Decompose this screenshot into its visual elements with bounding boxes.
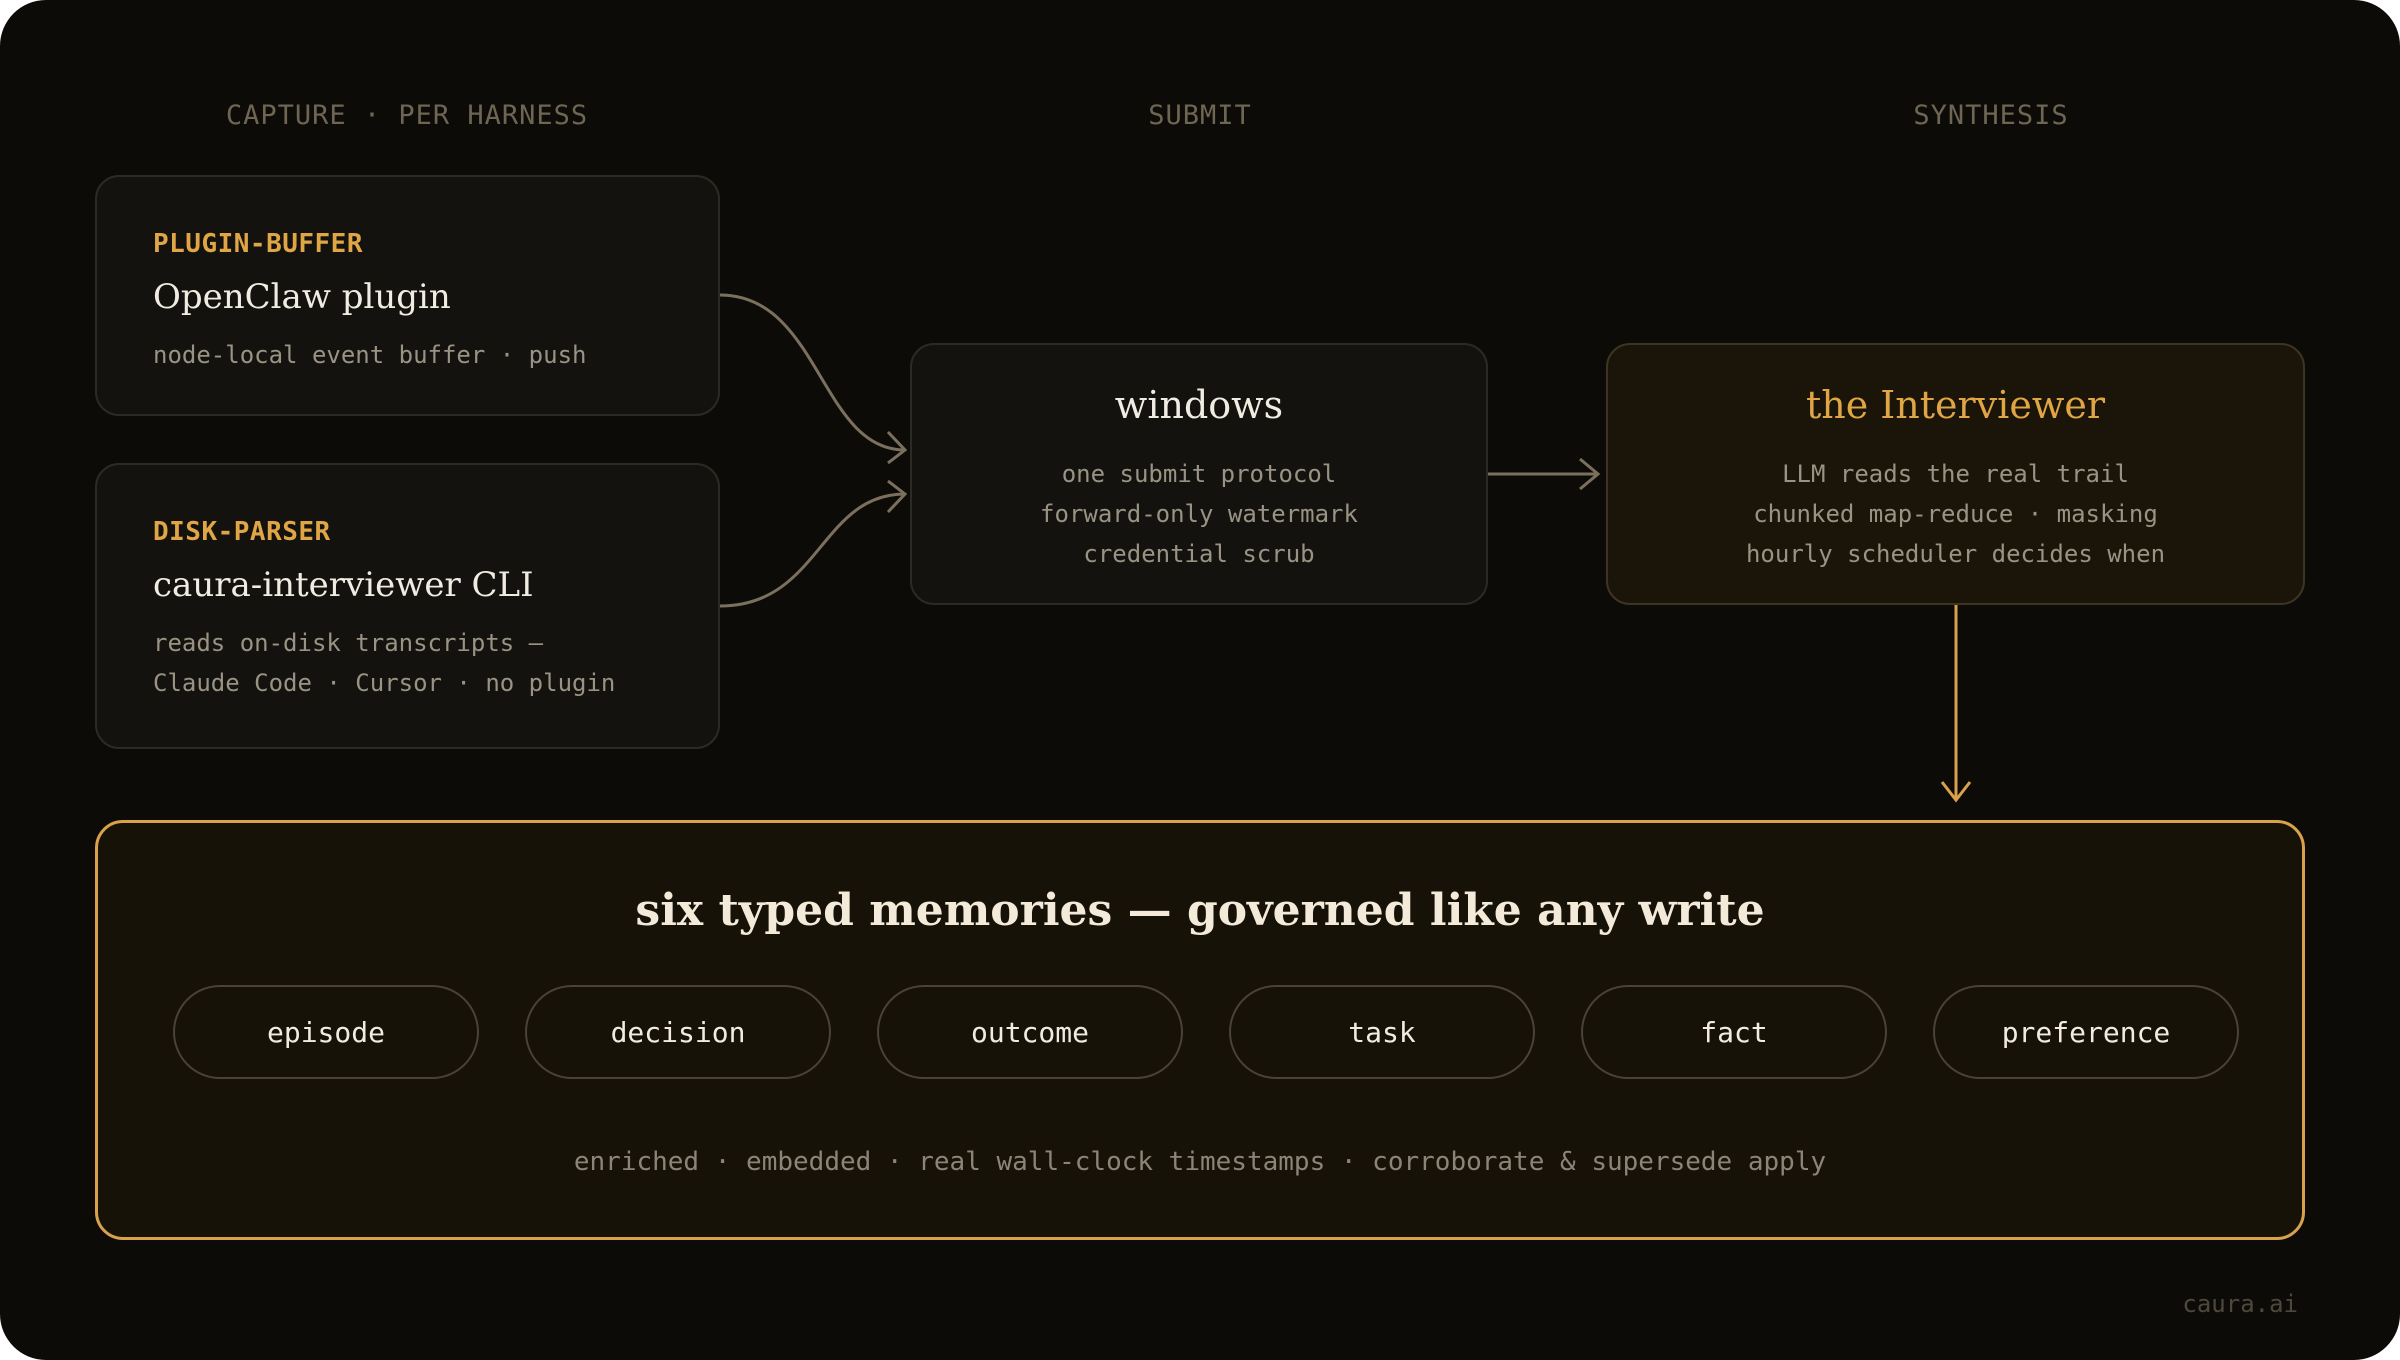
windows-title: windows <box>1114 383 1284 427</box>
plugin-buffer-title: OpenClaw plugin <box>153 277 451 317</box>
typed-memories-footer: enriched · embedded · real wall-clock ti… <box>573 1147 1827 1177</box>
plugin-buffer-card: PLUGIN-BUFFER OpenClaw plugin node-local… <box>95 175 720 416</box>
connector-plugin-to-windows <box>719 293 906 452</box>
connector-disk-to-windows <box>719 492 906 608</box>
windows-card: windows one submit protocol forward-only… <box>910 343 1488 605</box>
memory-type-list: episode decision outcome task fact prefe… <box>98 985 2302 1081</box>
typed-memories-title: six typed memories — governed like any w… <box>635 885 1765 936</box>
windows-line: forward-only watermark <box>1040 500 1358 528</box>
plugin-buffer-line: node-local event buffer · push <box>153 341 587 369</box>
windows-line: credential scrub <box>1083 540 1315 568</box>
disk-parser-card: DISK-PARSER caura-interviewer CLI reads … <box>95 463 720 749</box>
plugin-buffer-tag: PLUGIN-BUFFER <box>153 229 363 259</box>
memory-type-task[interactable]: task <box>1229 985 1535 1079</box>
typed-memories-panel: six typed memories — governed like any w… <box>95 820 2305 1240</box>
disk-parser-tag: DISK-PARSER <box>153 517 331 547</box>
memory-type-episode[interactable]: episode <box>173 985 479 1079</box>
windows-line: one submit protocol <box>1061 460 1337 488</box>
brand-watermark: caura.ai <box>2182 1290 2298 1318</box>
interviewer-line: chunked map-reduce · masking <box>1753 500 2158 528</box>
interviewer-card: the Interviewer LLM reads the real trail… <box>1606 343 2305 605</box>
disk-parser-title: caura-interviewer CLI <box>153 565 534 605</box>
interviewer-line: LLM reads the real trail <box>1782 460 2129 488</box>
memory-type-outcome[interactable]: outcome <box>877 985 1183 1079</box>
memory-type-preference[interactable]: preference <box>1933 985 2239 1079</box>
memory-type-decision[interactable]: decision <box>525 985 831 1079</box>
interviewer-title: the Interviewer <box>1805 383 2105 427</box>
diagram-canvas: CAPTURE · PER HARNESS SUBMIT SYNTHESIS P… <box>0 0 2400 1360</box>
disk-parser-line: Claude Code · Cursor · no plugin <box>153 669 616 697</box>
interviewer-line: hourly scheduler decides when <box>1745 540 2166 568</box>
memory-type-fact[interactable]: fact <box>1581 985 1887 1079</box>
disk-parser-line: reads on-disk transcripts — <box>153 629 544 657</box>
